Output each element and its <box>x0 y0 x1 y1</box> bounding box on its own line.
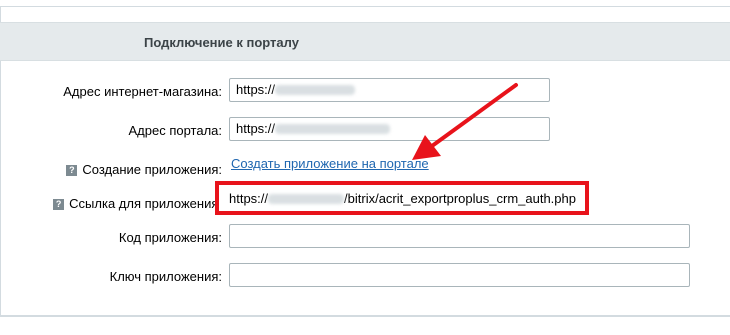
app-code-label: Код приложения: <box>118 230 222 245</box>
app-key-input[interactable] <box>229 263 690 287</box>
create-app-row-label: ? Создание приложения: <box>66 162 222 177</box>
help-icon[interactable]: ? <box>66 165 78 176</box>
section-header: Подключение к порталу <box>0 22 730 61</box>
callback-url-highlight: https:// /bitrix/acrit_exportproplus_crm_… <box>215 181 589 215</box>
help-icon[interactable]: ? <box>53 199 65 210</box>
portal-url-value: https:// <box>236 121 276 136</box>
create-app-link[interactable]: Создать приложение на портале <box>231 156 429 171</box>
portal-url-label: Адрес портала: <box>128 123 222 138</box>
callback-row-label: ? Ссылка для приложения: <box>53 196 222 211</box>
app-code-input[interactable] <box>229 224 690 248</box>
redacted-text <box>275 85 356 95</box>
callback-prefix: https:// <box>229 191 269 206</box>
create-app-label: Создание приложения: <box>82 162 222 177</box>
shop-url-value: https:// <box>236 82 276 97</box>
section-title: Подключение к порталу <box>144 35 299 50</box>
app-key-label: Ключ приложения: <box>109 269 222 284</box>
portal-url-input[interactable]: https:// <box>229 117 550 141</box>
shop-url-input[interactable]: https:// <box>229 78 550 102</box>
panel-bottom-border <box>0 316 730 317</box>
callback-url-value: https:// /bitrix/acrit_exportproplus_crm_… <box>229 191 576 206</box>
callback-suffix: /bitrix/acrit_exportproplus_crm_auth.php <box>344 191 576 206</box>
callback-label: Ссылка для приложения: <box>69 196 222 211</box>
redacted-text <box>275 124 391 134</box>
redacted-text <box>268 194 345 204</box>
shop-url-label: Адрес интернет-магазина: <box>63 84 222 99</box>
